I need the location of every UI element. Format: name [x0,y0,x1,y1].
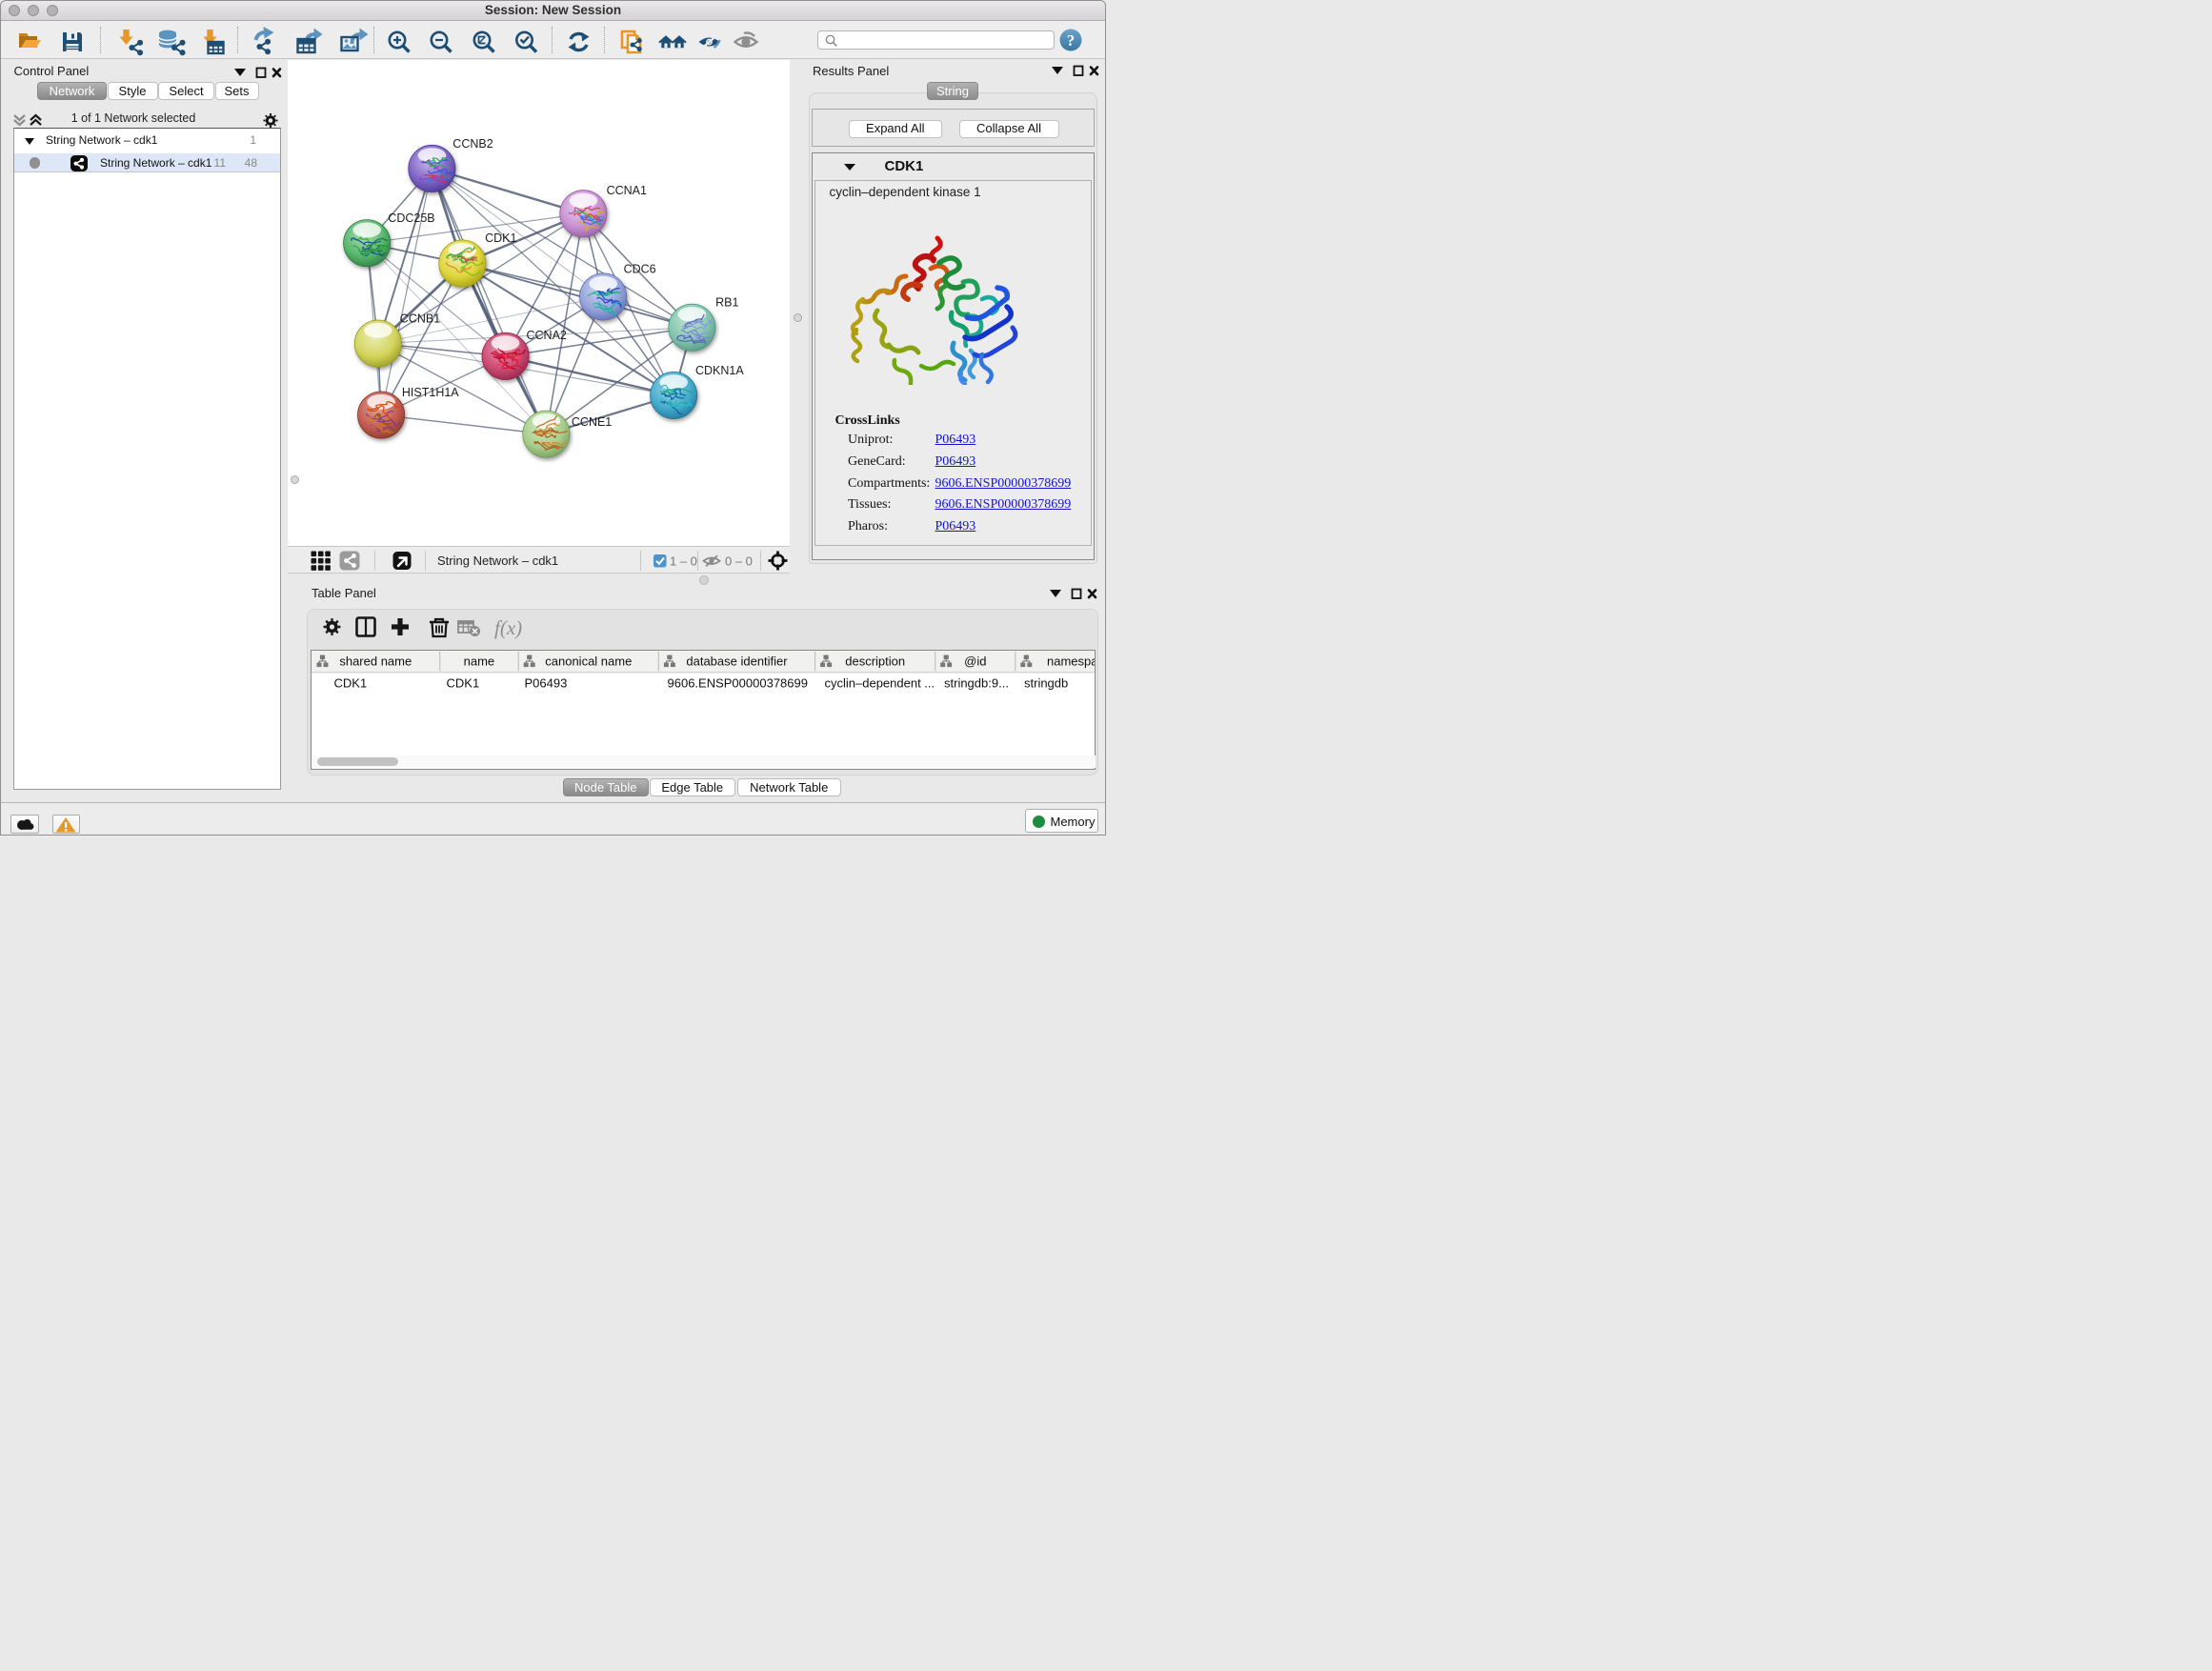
svg-text:RB1: RB1 [715,296,738,310]
svg-text:CDK1: CDK1 [447,675,480,690]
svg-text:0 – 0: 0 – 0 [725,554,753,568]
svg-text:database identifier: database identifier [686,654,788,669]
svg-text:name: name [464,654,495,669]
svg-text:f(x): f(x) [494,616,522,639]
svg-text:1 – 0: 1 – 0 [670,554,697,568]
svg-text:CCNA2: CCNA2 [526,329,566,342]
svg-text:@id: @id [964,654,986,669]
svg-text:?: ? [1067,31,1076,50]
svg-text:CDC25B: CDC25B [388,211,434,225]
svg-text:cyclin–dependent ...: cyclin–dependent ... [825,675,935,690]
svg-text:shared name: shared name [339,654,412,669]
svg-text:CCNB2: CCNB2 [452,137,493,151]
svg-text:HIST1H1A: HIST1H1A [401,386,458,399]
svg-text:namespac: namespac [1047,654,1095,669]
svg-text:9606.ENSP00000378699: 9606.ENSP00000378699 [668,675,808,690]
svg-text:CCNB1: CCNB1 [399,312,439,326]
svg-text:CCNA1: CCNA1 [606,184,646,197]
svg-text:stringdb: stringdb [1024,675,1068,690]
svg-text:CDK1: CDK1 [334,675,368,690]
svg-text:P06493: P06493 [525,675,568,690]
svg-text:CDK1: CDK1 [485,232,516,245]
svg-text:CCNE1: CCNE1 [571,415,611,429]
svg-text:description: description [845,654,905,669]
svg-text:CDKN1A: CDKN1A [695,364,744,377]
svg-text:canonical name: canonical name [545,654,632,669]
svg-text:stringdb:9...: stringdb:9... [944,675,1009,690]
svg-text:CDC6: CDC6 [623,263,655,276]
